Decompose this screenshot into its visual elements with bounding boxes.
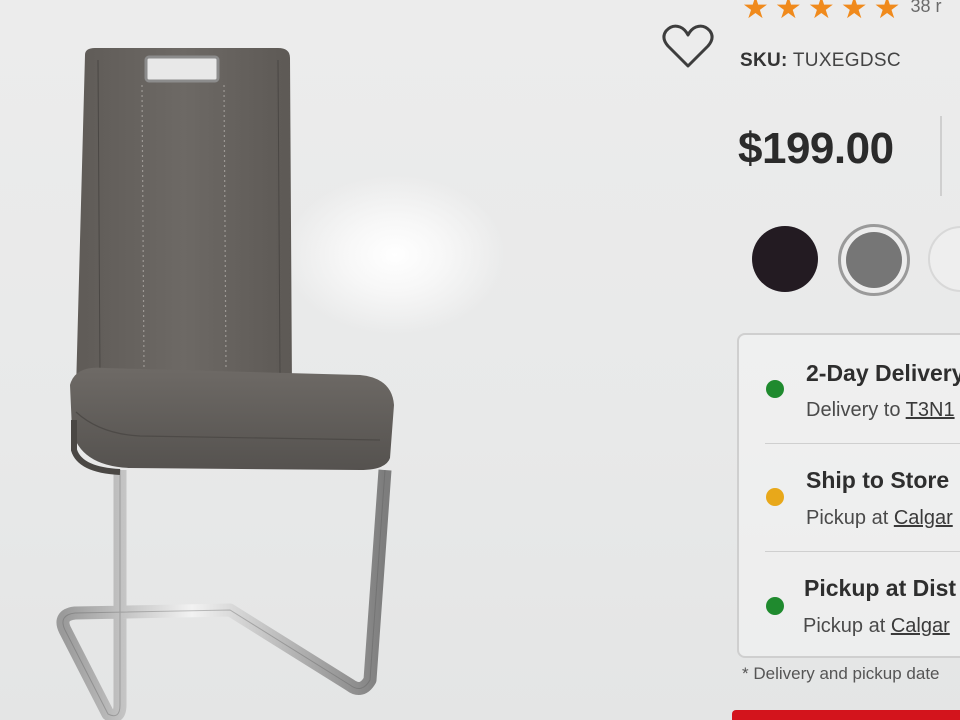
option-subtitle-prefix: Delivery to	[806, 399, 906, 421]
option-subtitle-prefix: Pickup at	[803, 615, 891, 637]
option-divider	[765, 443, 960, 444]
star-icon: ★	[742, 0, 769, 25]
product-image[interactable]	[40, 30, 420, 720]
option-divider	[765, 551, 960, 552]
fulfillment-option-ship-to-store[interactable]: Ship to Store Pickup at Calgar	[739, 445, 960, 545]
delivery-footnote: * Delivery and pickup date	[742, 664, 940, 683]
product-price: $199.00	[738, 124, 894, 173]
star-icon: ★	[840, 0, 868, 25]
color-swatch-black[interactable]	[752, 226, 818, 292]
color-swatch-grey-selected[interactable]	[838, 224, 910, 296]
option-subtitle-prefix: Pickup at	[806, 507, 894, 529]
status-dot-icon	[766, 597, 784, 615]
store-link[interactable]: Calgar	[894, 507, 953, 529]
postal-code-link[interactable]: T3N1	[906, 399, 955, 421]
product-page: ★ ★ ★ ★ ★ 38 r SKU: TUXEGDSC $199.00 2-D…	[0, 0, 960, 720]
option-title: Pickup at Dist	[804, 575, 957, 601]
store-link[interactable]: Calgar	[891, 615, 950, 637]
star-icon: ★	[807, 0, 835, 25]
option-title: Ship to Store	[806, 467, 950, 493]
option-title: 2-Day Delivery	[806, 360, 960, 386]
option-subtitle: Pickup at Calgar	[806, 507, 953, 530]
fulfillment-options-panel: 2-Day Delivery Delivery to T3N1 Ship to …	[737, 333, 960, 658]
price-divider	[940, 116, 942, 196]
color-swatch-light[interactable]	[928, 226, 960, 292]
status-dot-icon	[766, 488, 784, 506]
sku-line: SKU: TUXEGDSC	[740, 50, 901, 72]
status-dot-icon	[766, 380, 784, 398]
review-count[interactable]: 38 r	[911, 0, 942, 17]
option-subtitle: Pickup at Calgar	[803, 615, 950, 638]
fulfillment-option-pickup-distribution[interactable]: Pickup at Dist Pickup at Calgar	[739, 553, 960, 653]
star-icon: ★	[873, 0, 901, 25]
sku-label: SKU:	[740, 50, 788, 71]
heart-outline-icon[interactable]	[660, 22, 716, 70]
color-swatch-grey-fill	[846, 232, 902, 288]
star-icon: ★	[774, 0, 802, 25]
product-rating[interactable]: ★ ★ ★ ★ ★ 38 r	[742, 0, 942, 24]
add-to-cart-button[interactable]	[732, 710, 960, 720]
option-subtitle: Delivery to T3N1	[806, 399, 955, 422]
sku-value: TUXEGDSC	[792, 50, 901, 71]
fulfillment-option-delivery[interactable]: 2-Day Delivery Delivery to T3N1	[739, 335, 960, 435]
